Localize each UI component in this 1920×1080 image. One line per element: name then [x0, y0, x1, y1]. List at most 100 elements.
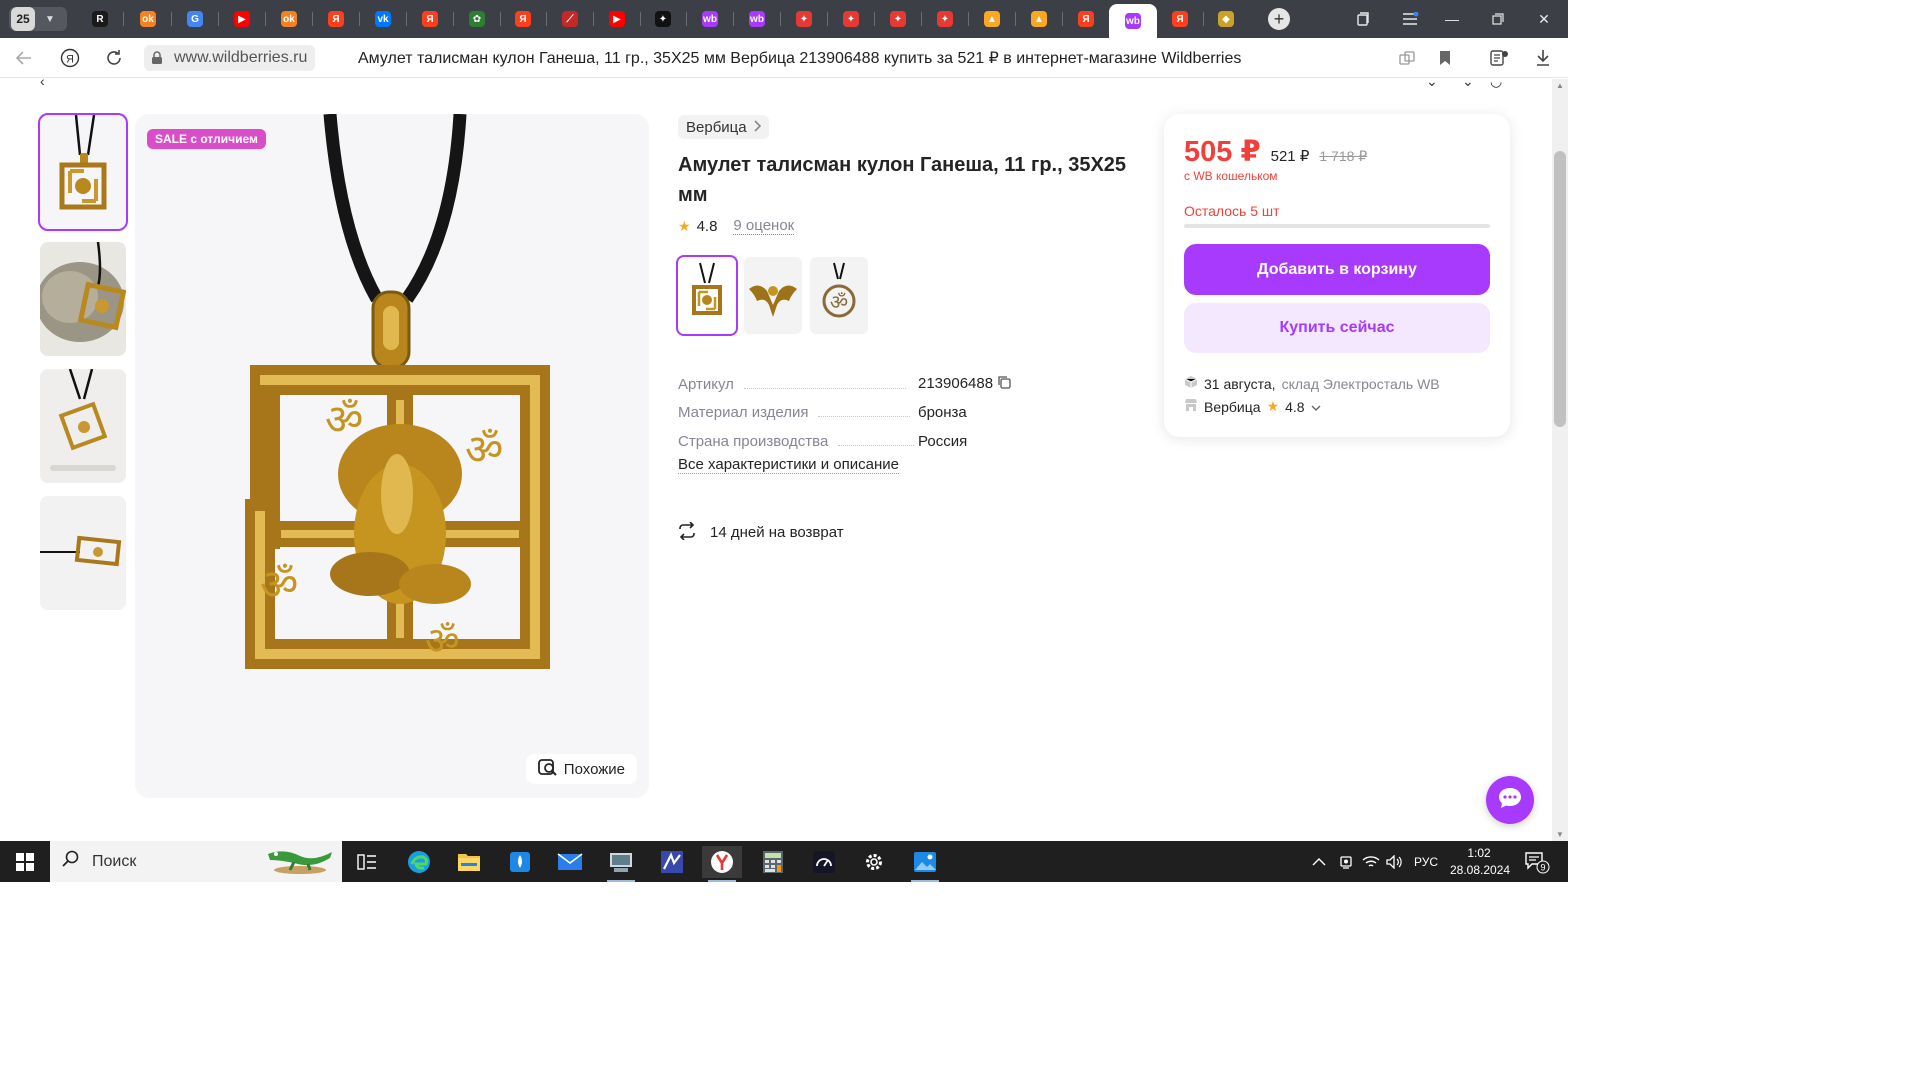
- browser-tab-youtube[interactable]: ▶: [595, 4, 639, 34]
- scroll-down-icon[interactable]: ▼: [1556, 830, 1564, 839]
- reload-icon[interactable]: [102, 46, 126, 70]
- spec-dots: [743, 387, 906, 389]
- seller-info[interactable]: Вербица ★ 4.8: [1184, 398, 1490, 415]
- browser-tab-shield[interactable]: ◆: [1204, 4, 1248, 34]
- file-explorer-icon[interactable]: [449, 846, 489, 878]
- thumbnail-4[interactable]: [40, 496, 126, 610]
- browser-tab-rutube[interactable]: R: [78, 4, 122, 34]
- variant-om[interactable]: ॐ: [810, 257, 868, 334]
- browser-tab-yandex[interactable]: Я: [1064, 4, 1108, 34]
- rating-value: 4.8: [696, 217, 718, 235]
- mail-icon: ✦: [796, 11, 812, 27]
- return-arrows-icon: [678, 520, 696, 544]
- browser-tab-mail[interactable]: ✦: [782, 4, 826, 34]
- thumbnail-1[interactable]: [38, 113, 128, 231]
- browser-tab-wildberries[interactable]: wb: [688, 4, 732, 34]
- all-specs-link[interactable]: Все характеристики и описание: [678, 456, 899, 474]
- browser-tab-mail[interactable]: ✦: [923, 4, 967, 34]
- browser-tab-wildberries[interactable]: wb: [1109, 4, 1157, 38]
- start-button[interactable]: [0, 841, 50, 882]
- tab-separator: [453, 12, 454, 26]
- browser-tab-yandex[interactable]: Я: [1158, 4, 1202, 34]
- browser-tab-wildberries[interactable]: wb: [735, 4, 779, 34]
- share-icon[interactable]: [1396, 47, 1418, 69]
- article-number[interactable]: 213906488: [918, 375, 993, 392]
- yandex-browser-icon[interactable]: [702, 846, 742, 882]
- browser-tab-odnoklassniki[interactable]: ok: [267, 4, 311, 34]
- wildberries-icon: wb: [749, 11, 765, 27]
- clock[interactable]: 1:02 28.08.2024: [1450, 845, 1510, 879]
- variant-bat[interactable]: [744, 257, 802, 334]
- browser-tab-odnoklassniki[interactable]: ok: [126, 4, 170, 34]
- close-icon[interactable]: ✕: [1530, 8, 1558, 30]
- browser-tab-images[interactable]: ▲: [970, 4, 1014, 34]
- minimize-icon[interactable]: —: [1438, 8, 1466, 30]
- main-product-photo[interactable]: ॐ ॐ ॐ ॐ SALE с отличием Похожие: [135, 114, 649, 798]
- photos-app-icon[interactable]: [905, 846, 945, 882]
- scanner-app-icon[interactable]: [601, 846, 641, 882]
- chevron-down-icon: [1311, 399, 1321, 415]
- browser-tab-yandex[interactable]: Я: [501, 4, 545, 34]
- task-view-icon[interactable]: [347, 846, 387, 878]
- add-to-cart-button[interactable]: Добавить в корзину: [1184, 244, 1490, 295]
- new-tab-button[interactable]: +: [1268, 8, 1290, 30]
- speedtest-icon[interactable]: [804, 846, 844, 878]
- browser-tab-leaf[interactable]: ✿: [455, 4, 499, 34]
- thumbnail-2[interactable]: [40, 242, 126, 356]
- restore-icon[interactable]: [1484, 8, 1512, 30]
- menu-icon[interactable]: [1396, 8, 1424, 30]
- scrollbar-thumb[interactable]: [1554, 151, 1566, 427]
- tab-groups-button[interactable]: 25 ▼: [9, 7, 67, 31]
- webcam-tray-icon[interactable]: [1338, 841, 1354, 882]
- browser-tab-yandex[interactable]: Я: [408, 4, 452, 34]
- browser-tab-google[interactable]: G: [173, 4, 217, 34]
- variant-ganesha[interactable]: [676, 255, 738, 336]
- edge-icon[interactable]: [399, 846, 439, 878]
- copy-icon[interactable]: [997, 375, 1011, 393]
- reader-icon[interactable]: [1488, 47, 1510, 69]
- bookmark-icon[interactable]: [1434, 47, 1456, 69]
- taskbar-search[interactable]: Поиск: [50, 841, 342, 882]
- buy-now-button[interactable]: Купить сейчас: [1184, 303, 1490, 353]
- notifications-button[interactable]: 9: [1524, 841, 1550, 882]
- mail-icon[interactable]: [550, 846, 590, 878]
- yandex-logo-icon[interactable]: Я: [58, 46, 82, 70]
- collections-icon[interactable]: [1349, 8, 1377, 30]
- back-arrow-icon[interactable]: [12, 46, 36, 70]
- browser-tab-youtube[interactable]: ▶: [220, 4, 264, 34]
- browser-tab-vk[interactable]: vk: [361, 4, 405, 34]
- browser-tab-yandex[interactable]: Я: [314, 4, 358, 34]
- url-domain: www.wildberries.ru: [174, 49, 308, 66]
- wifi-icon[interactable]: [1362, 841, 1380, 882]
- url-field[interactable]: www.wildberries.ru: [144, 45, 316, 71]
- scroll-up-icon[interactable]: ▲: [1556, 81, 1564, 90]
- download-icon[interactable]: [1532, 47, 1554, 69]
- similar-button[interactable]: Похожие: [525, 754, 637, 784]
- browser-tab-chart[interactable]: ⟋: [548, 4, 592, 34]
- product-info: Вербица Амулет талисман кулон Ганеша, 11…: [676, 115, 1148, 544]
- thumbnail-3[interactable]: [40, 369, 126, 483]
- browser-tab-images[interactable]: ▲: [1017, 4, 1061, 34]
- box-icon: [1184, 375, 1198, 392]
- tab-separator: [359, 12, 360, 26]
- show-hidden-icons[interactable]: [1312, 841, 1326, 882]
- browser-tab-mail[interactable]: ✦: [829, 4, 873, 34]
- calculator-icon[interactable]: [753, 846, 793, 878]
- returns-label: 14 дней на возврат: [710, 524, 844, 541]
- tab-count: 25: [11, 7, 35, 31]
- address-bar: Я www.wildberries.ru Амулет талисман кул…: [0, 38, 1568, 78]
- browser-tab-star[interactable]: ✦: [641, 4, 685, 34]
- language-indicator[interactable]: РУС: [1414, 841, 1438, 882]
- svg-text:ॐ: ॐ: [830, 290, 848, 314]
- vk-icon: vk: [375, 11, 391, 27]
- brand-link[interactable]: Вербица: [678, 115, 769, 139]
- chat-button[interactable]: [1486, 776, 1534, 824]
- page-scrollbar[interactable]: ▲ ▼: [1552, 79, 1568, 841]
- volume-icon[interactable]: [1386, 841, 1404, 882]
- mytracker-icon[interactable]: [652, 846, 692, 878]
- back-chevron-icon[interactable]: ‹: [40, 79, 45, 89]
- settings-gear-icon[interactable]: [854, 846, 894, 878]
- browser-tab-mail[interactable]: ✦: [876, 4, 920, 34]
- reviews-link[interactable]: 9 оценок: [733, 217, 795, 235]
- store-app-icon[interactable]: [500, 846, 540, 878]
